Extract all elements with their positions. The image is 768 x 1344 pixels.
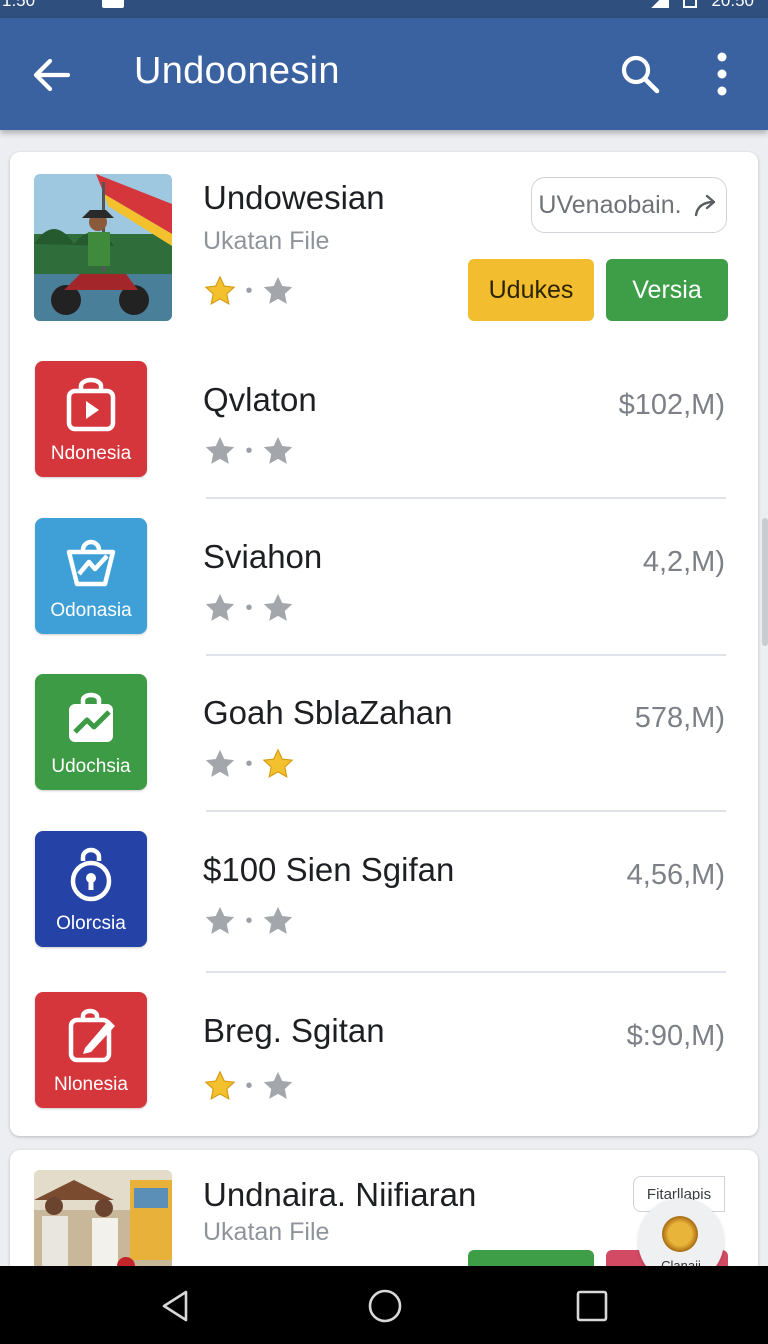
app-rating: • [203,1069,295,1103]
lock-icon [70,847,112,902]
featured-subtitle-2: Ukatan File [203,1218,330,1246]
divider [206,971,726,973]
app-icon: Nlonesia [35,992,147,1108]
featured-photo[interactable] [34,174,172,321]
star-gray-icon [205,593,235,621]
versia-button[interactable]: Versia [606,259,728,321]
featured-rating: • [203,274,295,308]
star-gold-icon [204,1070,236,1100]
page-title: Undoonesin [134,50,340,92]
star-gold-icon [204,275,236,305]
status-clock: 20:50 [711,0,754,10]
featured-title[interactable]: Undowesian [203,179,385,217]
star-gray-icon [205,749,235,777]
rating-separator: • [245,279,253,302]
chart-bag-icon [66,539,116,587]
divider [206,654,726,656]
divider [206,497,726,499]
list-item[interactable]: Ndonesia Qvlaton $102,M) • [10,361,758,491]
app-icon-label: Odonasia [50,600,132,621]
divider [206,810,726,812]
share-button[interactable]: UVenaobain. [531,177,727,233]
app-size: 578,M) [634,702,725,734]
app-size: 4,2,M) [642,546,725,578]
scrollbar[interactable] [762,518,768,646]
app-size: $:90,M) [626,1020,725,1052]
app-icon-label: Olorcsia [56,913,126,934]
list-item[interactable]: Odonasia Sviahon 4,2,M) • [10,518,758,648]
system-nav-bar [0,1266,768,1344]
star-gray-icon [263,906,293,934]
app-name: Qvlaton [203,381,317,418]
status-bar: 1:50 20:50 [0,0,768,18]
share-arrow-icon [694,194,715,217]
star-gold-icon [262,748,294,778]
rating-separator: • [245,596,253,619]
app-rating: • [203,747,295,781]
app-icon-label: Ndonesia [50,443,132,464]
edit-bag-icon [68,1008,115,1063]
search-icon[interactable] [618,52,662,96]
app-icon: Udochsia [35,674,147,790]
list-item[interactable]: Udochsia Goah SblaZahan 578,M) • [10,674,758,804]
emblem-icon [662,1216,698,1252]
app-rating: • [203,434,295,468]
app-icon: Odonasia [35,518,147,634]
list-item[interactable]: Nlonesia Breg. Sgitan $:90,M) • [10,992,758,1122]
list-item[interactable]: Olorcsia $100 Sien Sgifan 4,56,M) • [10,831,758,961]
app-rating: • [203,591,295,625]
trend-bag-icon [69,692,113,742]
app-icon-label: Udochsia [51,756,131,777]
app-name: Breg. Sgitan [203,1012,385,1049]
app-rating: • [203,904,295,938]
app-icon-label: Nlonesia [54,1074,128,1095]
play-bag-icon [66,377,116,432]
star-gray-icon [263,1071,293,1099]
app-bar: Undoonesin [0,18,768,130]
signal-icon [647,0,670,8]
app-icon: Olorcsia [35,831,147,947]
battery-icon [683,0,698,8]
nav-recents-icon[interactable] [572,1286,612,1326]
star-gray-icon [263,436,293,464]
rating-separator: • [245,439,253,462]
app-size: $102,M) [618,389,725,421]
notification-icon [102,0,124,8]
rating-separator: • [245,752,253,775]
app-name: $100 Sien Sgifan [203,851,455,888]
app-name: Goah SblaZahan [203,694,453,731]
star-gray-icon [263,593,293,621]
status-time: 1:50 [2,0,36,10]
star-gray-icon [205,906,235,934]
nav-back-icon[interactable] [156,1286,196,1326]
udukes-button[interactable]: Udukes [468,259,594,321]
featured-subtitle: Ukatan File [203,227,330,255]
app-list-card: Undowesian Ukatan File • UVenaobain. Udu… [10,152,758,1136]
more-vert-icon[interactable] [704,48,740,100]
rating-separator: • [245,1074,253,1097]
star-gray-icon [263,276,293,304]
app-icon: Ndonesia [35,361,147,477]
app-size: 4,56,M) [626,859,725,891]
rating-separator: • [245,909,253,932]
featured-title-2[interactable]: Undnaira. Niifiaran [203,1176,476,1214]
share-label: UVenaobain. [538,190,682,219]
nav-home-icon[interactable] [365,1286,405,1326]
app-name: Sviahon [203,538,323,575]
star-gray-icon [205,436,235,464]
arrow-left-icon[interactable] [28,52,74,98]
